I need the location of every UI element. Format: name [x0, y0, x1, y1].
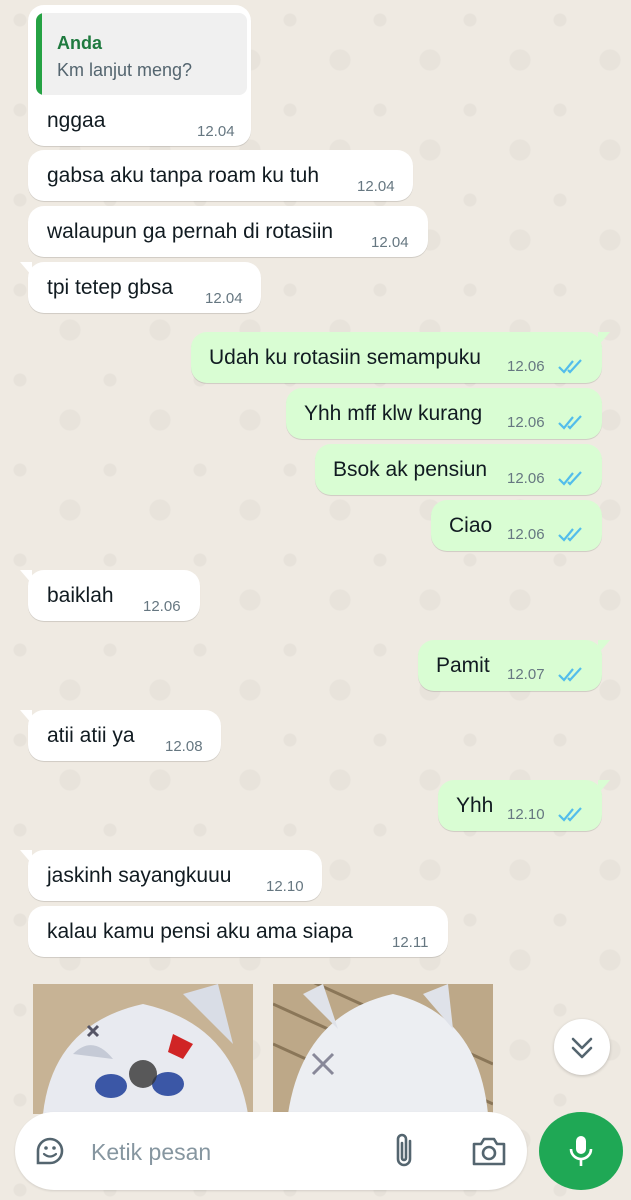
quote-author: Anda — [57, 33, 102, 53]
message-input[interactable]: Ketik pesan — [91, 1139, 211, 1166]
message-time: 12.10 — [507, 806, 545, 823]
message-time: 12.06 — [507, 414, 545, 431]
reply-quote[interactable]: Anda Km lanjut meng? — [36, 13, 247, 95]
read-receipt-icon — [558, 415, 582, 430]
message-time: 12.06 — [507, 470, 545, 487]
message-bubble-incoming[interactable]: Anda Km lanjut meng? nggaa 12.04 — [28, 5, 251, 146]
message-time: 12.04 — [197, 123, 235, 140]
quote-accent-bar — [36, 13, 42, 95]
message-bubble-incoming[interactable]: jaskinh sayangkuuu 12.10 — [20, 850, 322, 901]
read-receipt-icon — [558, 807, 582, 822]
bubble-tail — [598, 332, 610, 346]
read-receipt-icon — [558, 359, 582, 374]
message-text: kalau kamu pensi aku ama siapa — [47, 920, 353, 943]
read-receipt-icon — [558, 527, 582, 542]
message-text: Pamit — [436, 654, 490, 677]
message-time: 12.08 — [165, 738, 203, 755]
message-composer[interactable]: Ketik pesan — [15, 1112, 527, 1190]
message-time: 12.11 — [392, 934, 429, 951]
message-text: jaskinh sayangkuuu — [47, 864, 232, 887]
message-text: nggaa — [47, 109, 106, 132]
bubble-tail — [20, 570, 32, 584]
microphone-icon — [569, 1136, 593, 1166]
bubble-tail — [20, 710, 32, 724]
message-time: 12.07 — [507, 666, 545, 683]
voice-record-button[interactable] — [539, 1112, 623, 1190]
message-bubble-outgoing[interactable]: Bsok ak pensiun 12.06 — [315, 444, 602, 495]
message-bubble-incoming[interactable]: gabsa aku tanpa roam ku tuh 12.04 — [28, 150, 413, 201]
message-bubble-outgoing[interactable]: Udah ku rotasiin semampuku 12.06 — [191, 332, 610, 383]
anime-girl-image — [33, 984, 253, 1114]
message-bubble-outgoing[interactable]: Yhh mff klw kurang 12.06 — [286, 388, 602, 439]
message-time: 12.06 — [507, 526, 545, 543]
message-time: 12.10 — [266, 878, 304, 895]
message-bubble-incoming[interactable]: kalau kamu pensi aku ama siapa 12.11 — [28, 906, 448, 957]
message-text: Udah ku rotasiin semampuku — [209, 346, 481, 369]
message-text: atii atii ya — [47, 724, 135, 747]
message-text: gabsa aku tanpa roam ku tuh — [47, 164, 320, 187]
message-time: 12.06 — [507, 358, 545, 375]
scroll-to-bottom-button[interactable] — [554, 1019, 610, 1075]
message-bubble-incoming[interactable]: tpi tetep gbsa 12.04 — [20, 262, 261, 313]
message-bubble-incoming[interactable]: baiklah 12.06 — [20, 570, 200, 621]
camera-icon[interactable] — [470, 1134, 508, 1168]
bubble-tail — [20, 850, 32, 864]
message-bubble-outgoing[interactable]: Ciao 12.06 — [431, 500, 602, 551]
read-receipt-icon — [558, 471, 582, 486]
message-text: Yhh mff klw kurang — [304, 402, 483, 425]
message-time: 12.04 — [357, 178, 395, 195]
image-message[interactable] — [33, 984, 253, 1114]
message-time: 12.06 — [143, 598, 181, 615]
message-time: 12.04 — [371, 234, 409, 251]
message-text: Bsok ak pensiun — [333, 458, 488, 481]
bubble-tail — [20, 262, 32, 276]
message-time: 12.04 — [205, 290, 243, 307]
message-text: Ciao — [449, 514, 493, 537]
image-message[interactable] — [273, 984, 493, 1114]
message-bubble-incoming[interactable]: atii atii ya 12.08 — [20, 710, 221, 761]
message-text: Yhh — [456, 794, 494, 817]
message-text: baiklah — [47, 584, 114, 607]
message-bubble-outgoing[interactable]: Yhh 12.10 — [438, 780, 610, 831]
bubble-tail — [598, 640, 610, 654]
anime-girl-image — [273, 984, 493, 1114]
read-receipt-icon — [558, 667, 582, 682]
bubble-tail — [598, 780, 610, 794]
message-text: walaupun ga pernah di rotasiin — [47, 220, 334, 243]
paperclip-icon[interactable] — [390, 1131, 420, 1171]
message-bubble-incoming[interactable]: walaupun ga pernah di rotasiin 12.04 — [28, 206, 428, 257]
sticker-icon[interactable] — [32, 1133, 68, 1169]
message-text: tpi tetep gbsa — [47, 276, 174, 299]
quote-text: Km lanjut meng? — [57, 60, 193, 80]
double-chevron-down-icon — [571, 1037, 593, 1059]
message-bubble-outgoing[interactable]: Pamit 12.07 — [418, 640, 610, 691]
